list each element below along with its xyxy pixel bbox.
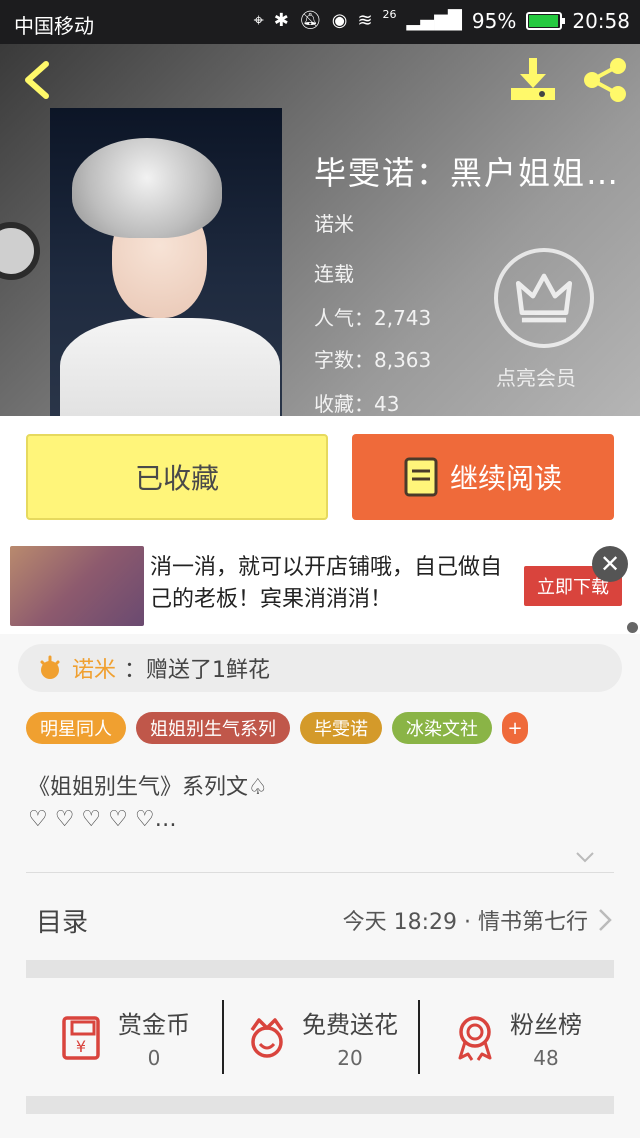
battery-percent: 95% bbox=[471, 9, 517, 33]
book-author[interactable]: 诺米 bbox=[314, 208, 354, 237]
favorited-label: 已收藏 bbox=[134, 462, 219, 495]
ad-text[interactable]: 消一消，就可以开店铺哦，自己做自己的老板！宾果消消消！ bbox=[150, 552, 510, 616]
mute-icon: 🔕︎ bbox=[298, 10, 322, 31]
fan-ranking-value: 48 bbox=[533, 1045, 559, 1070]
toc-label: 目录 bbox=[36, 907, 89, 938]
svg-text:¥: ¥ bbox=[76, 1037, 86, 1056]
book-popularity: 人气：2,743 bbox=[314, 306, 432, 330]
book-word-count: 字数：8,363 bbox=[314, 348, 432, 372]
download-icon[interactable] bbox=[508, 56, 558, 102]
section-separator bbox=[26, 1096, 614, 1114]
ad-info-icon[interactable] bbox=[627, 622, 638, 633]
stats-bar: ¥ 赏金币 0 免费送花 20 粉丝榜 48 bbox=[26, 978, 614, 1096]
battery-icon bbox=[526, 12, 566, 30]
add-tag-button[interactable]: + bbox=[502, 712, 528, 744]
tag-item[interactable]: 毕雯诺 bbox=[300, 712, 382, 744]
bluetooth-icon: ✱ bbox=[273, 10, 289, 31]
book-title: 毕雯诺：黑户姐姐… bbox=[314, 154, 621, 192]
description-line-1: 《姐姐别生气》系列文♤ bbox=[28, 775, 268, 800]
chevron-right-icon bbox=[599, 909, 612, 931]
free-flower-label: 免费送花 bbox=[302, 1010, 398, 1039]
clock: 20:58 bbox=[572, 9, 630, 33]
fan-ranking-button[interactable]: 粉丝榜 48 bbox=[418, 978, 614, 1096]
favorited-button[interactable]: 已收藏 bbox=[26, 434, 328, 520]
book-icon bbox=[404, 457, 438, 497]
flower-icon bbox=[250, 1018, 284, 1058]
eye-icon: ◉ bbox=[331, 10, 348, 31]
book-status: 连载 bbox=[314, 262, 354, 286]
gift-notice: 诺米 ：赠送了1鲜花 bbox=[18, 644, 622, 692]
reward-coin-button[interactable]: ¥ 赏金币 0 bbox=[26, 978, 222, 1096]
free-flower-text: 免费送花 20 bbox=[302, 1005, 398, 1070]
carrier-name: 中国移动 bbox=[14, 14, 94, 38]
ad-close-icon[interactable]: ✕ bbox=[592, 546, 628, 582]
continue-reading-label: 继续阅读 bbox=[449, 462, 562, 495]
wifi-icon: ≋ bbox=[357, 10, 373, 31]
table-of-contents-row[interactable]: 目录 今天 18:29 · 情书第七行 bbox=[26, 880, 614, 960]
free-flower-button[interactable]: 免费送花 20 bbox=[222, 978, 418, 1096]
description-line-2: ♡ ♡ ♡ ♡ ♡… bbox=[28, 807, 177, 832]
share-icon[interactable] bbox=[580, 56, 630, 104]
book-cover-image bbox=[50, 108, 282, 416]
signal-icon: ▂▄▆█ bbox=[406, 10, 462, 31]
network-type: 26 bbox=[382, 8, 397, 21]
tag-item[interactable]: 姐姐别生气系列 bbox=[136, 712, 290, 744]
battery-fill bbox=[529, 15, 558, 27]
vip-label[interactable]: 点亮会员 bbox=[496, 362, 576, 391]
latest-chapter: 今天 18:29 · 情书第七行 bbox=[342, 910, 588, 935]
floating-handle[interactable] bbox=[0, 222, 40, 280]
ad-image[interactable] bbox=[10, 546, 144, 626]
divider bbox=[26, 872, 614, 873]
status-icons: ⌖ ✱ 🔕︎ ◉ ≋ 26 ▂▄▆█ 95% 20:58 bbox=[253, 8, 630, 34]
status-bar: 中国移动 ⌖ ✱ 🔕︎ ◉ ≋ 26 ▂▄▆█ 95% 20:58 bbox=[0, 0, 640, 44]
medal-icon bbox=[458, 1016, 492, 1061]
flower-gift-icon bbox=[40, 655, 60, 679]
book-description: 《姐姐别生气》系列文♤ ♡ ♡ ♡ ♡ ♡… bbox=[28, 772, 268, 836]
fan-ranking-text: 粉丝榜 48 bbox=[510, 1005, 582, 1070]
continue-reading-button[interactable]: 继续阅读 bbox=[352, 434, 614, 520]
cover-figure-body bbox=[60, 318, 280, 416]
gift-user[interactable]: 诺米 bbox=[72, 652, 116, 684]
reward-coin-value: 0 bbox=[147, 1045, 161, 1070]
fan-ranking-label: 粉丝榜 bbox=[510, 1010, 582, 1039]
book-favorites: 收藏：43 bbox=[314, 392, 400, 416]
vip-crown-icon[interactable] bbox=[494, 248, 594, 348]
section-separator bbox=[26, 960, 614, 978]
tag-list: 明星同人 姐姐别生气系列 毕雯诺 冰染文社 + bbox=[26, 712, 528, 744]
chevron-down-icon[interactable] bbox=[574, 846, 596, 868]
free-flower-value: 20 bbox=[337, 1045, 363, 1070]
back-arrow-icon[interactable] bbox=[18, 58, 58, 102]
reward-coin-icon: ¥ bbox=[62, 1016, 100, 1060]
location-icon: ⌖ bbox=[253, 10, 264, 31]
tag-item[interactable]: 冰染文社 bbox=[392, 712, 492, 744]
reward-coin-label: 赏金币 bbox=[118, 1010, 190, 1039]
reward-coin-text: 赏金币 0 bbox=[118, 1005, 190, 1070]
cover-figure-hair bbox=[72, 138, 222, 238]
tag-item[interactable]: 明星同人 bbox=[26, 712, 126, 744]
book-header: 毕雯诺：黑户姐姐… 诺米 连载 人气：2,743 字数：8,363 收藏：43 … bbox=[0, 44, 640, 416]
gift-message: ：赠送了1鲜花 bbox=[124, 658, 271, 683]
